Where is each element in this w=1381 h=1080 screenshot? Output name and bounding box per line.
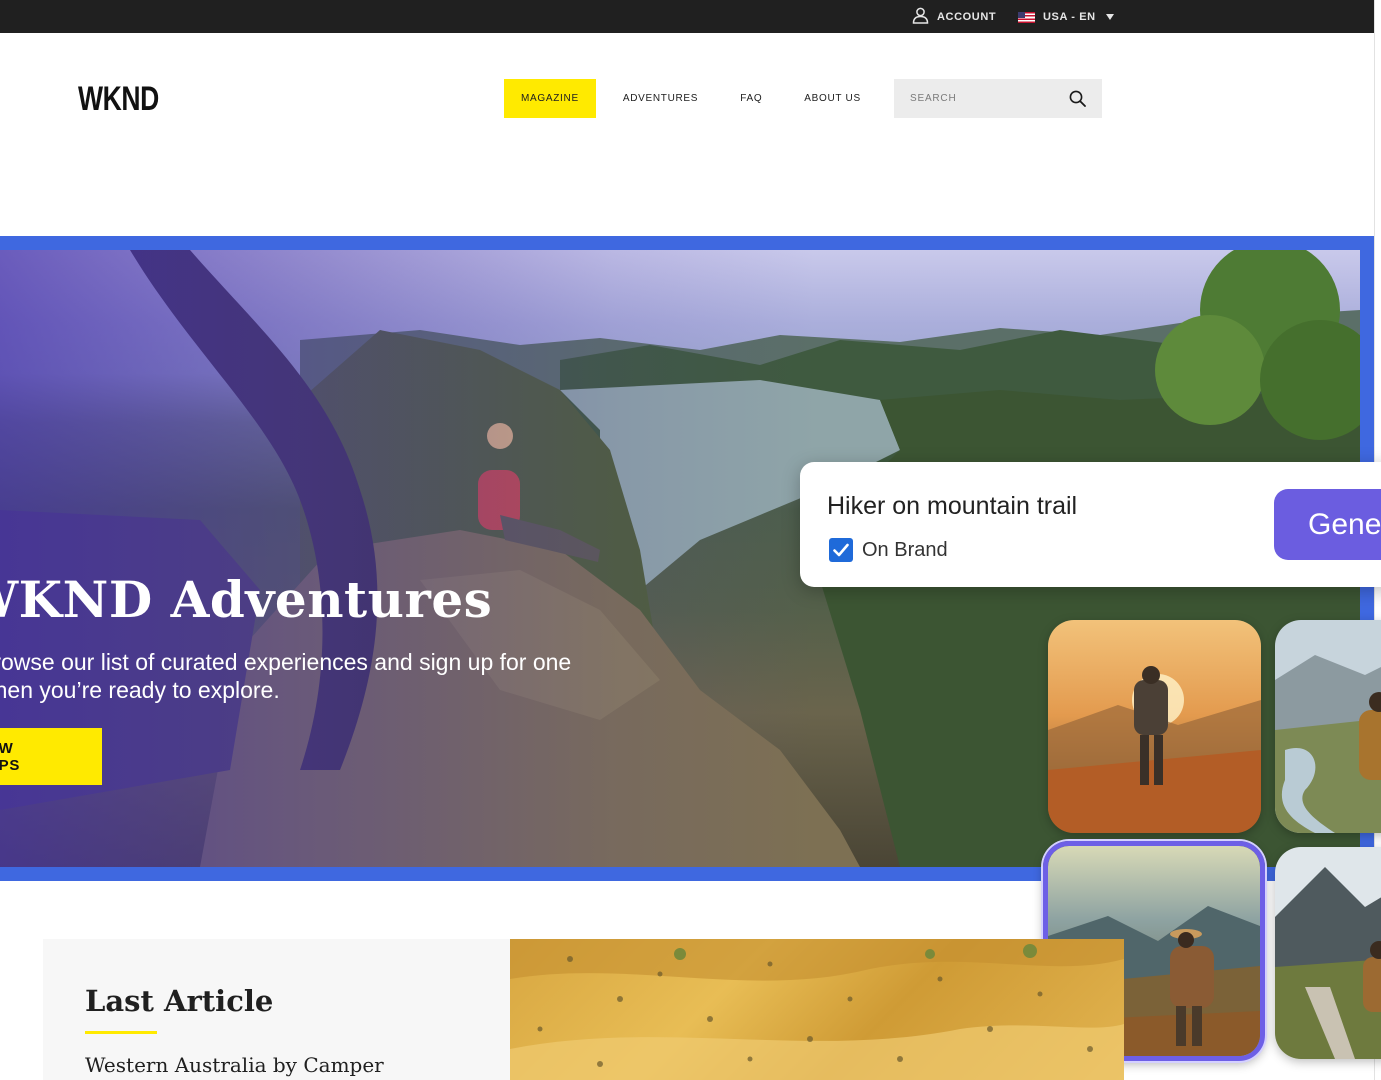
language-label: USA - EN bbox=[1043, 11, 1096, 23]
variation-thumbnail-4[interactable] bbox=[1275, 847, 1381, 1059]
view-trips-button[interactable]: VIEW TRIPS bbox=[0, 728, 102, 785]
last-article-card: Last Article Western Australia by Camper bbox=[43, 939, 510, 1080]
checkmark-icon[interactable] bbox=[829, 538, 853, 562]
us-flag-icon bbox=[1018, 11, 1035, 23]
caret-down-icon bbox=[1105, 14, 1114, 20]
user-icon bbox=[912, 7, 929, 27]
main-nav: MAGAZINE ADVENTURES FAQ ABOUT US bbox=[504, 79, 878, 118]
account-link[interactable]: ACCOUNT bbox=[912, 7, 997, 27]
top-utility-bar: ACCOUNT USA - EN bbox=[0, 0, 1374, 33]
on-brand-label: On Brand bbox=[862, 538, 948, 561]
prompt-text[interactable]: Hiker on mountain trail bbox=[827, 492, 1077, 521]
nav-item-about-us[interactable]: ABOUT US bbox=[787, 79, 878, 118]
generate-button[interactable]: Generate bbox=[1274, 489, 1381, 560]
hero-title: WKND Adventures bbox=[0, 570, 493, 629]
search-input[interactable] bbox=[910, 93, 1068, 104]
article-title-link[interactable]: Western Australia by Camper bbox=[85, 1053, 384, 1077]
search-box bbox=[894, 79, 1102, 118]
variation-thumbnail-2[interactable] bbox=[1275, 620, 1381, 833]
last-article-heading: Last Article bbox=[85, 984, 274, 1018]
nav-item-faq[interactable]: FAQ bbox=[723, 79, 779, 118]
language-selector[interactable]: USA - EN bbox=[1018, 8, 1114, 26]
article-desert-image[interactable] bbox=[510, 939, 1124, 1080]
nav-item-magazine[interactable]: MAGAZINE bbox=[504, 79, 596, 118]
search-icon[interactable] bbox=[1068, 90, 1086, 108]
on-brand-checkbox[interactable]: On Brand bbox=[829, 538, 948, 562]
hero-description: Browse our list of curated experiences a… bbox=[0, 649, 572, 703]
variation-thumbnail-1[interactable] bbox=[1048, 620, 1261, 833]
heading-underline bbox=[85, 1031, 157, 1034]
wknd-logo[interactable]: WKND bbox=[78, 80, 159, 119]
account-label: ACCOUNT bbox=[937, 11, 997, 23]
nav-item-adventures[interactable]: ADVENTURES bbox=[606, 79, 715, 118]
